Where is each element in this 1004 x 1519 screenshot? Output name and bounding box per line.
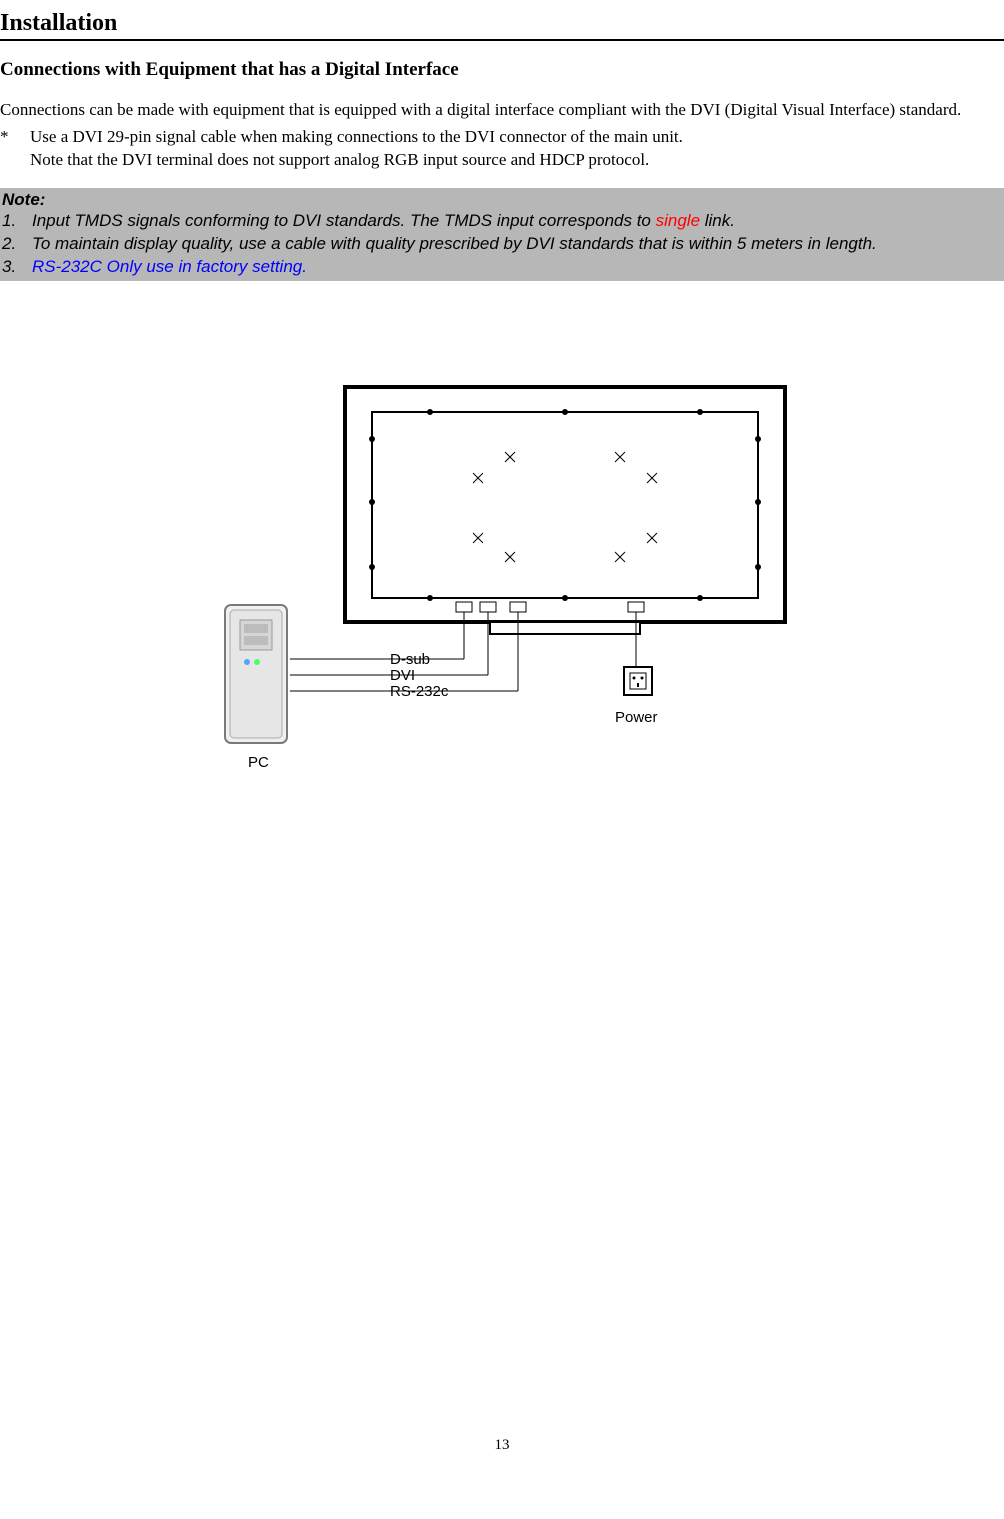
- note-number: 2.: [2, 233, 32, 256]
- bullet-item: * Use a DVI 29-pin signal cable when mak…: [0, 126, 1004, 149]
- label-dvi: DVI: [390, 667, 415, 684]
- mount-dot-icon: [369, 499, 375, 505]
- label-power: Power: [615, 709, 658, 726]
- note-text: Input TMDS signals conforming to DVI sta…: [32, 210, 1002, 233]
- bullet-text-line2: Note that the DVI terminal does not supp…: [30, 149, 1004, 172]
- note-item-2: 2. To maintain display quality, use a ca…: [2, 233, 1002, 256]
- mount-dot-icon: [562, 595, 568, 601]
- mount-dot-icon: [427, 595, 433, 601]
- port-power-icon: [628, 602, 644, 612]
- label-rs232c: RS-232c: [390, 683, 449, 700]
- note-text-blue: RS-232C Only use in factory setting.: [32, 256, 1002, 279]
- mount-dot-icon: [697, 595, 703, 601]
- note-box: Note: 1. Input TMDS signals conforming t…: [0, 188, 1004, 281]
- mount-dot-icon: [697, 409, 703, 415]
- mount-dot-icon: [755, 564, 761, 570]
- note-number: 1.: [2, 210, 32, 233]
- port-rs232c-icon: [510, 602, 526, 612]
- bullet-text-line1: Use a DVI 29-pin signal cable when makin…: [30, 126, 1004, 149]
- stand-notch-icon: [490, 622, 640, 634]
- port-dsub-icon: [456, 602, 472, 612]
- mount-dot-icon: [562, 409, 568, 415]
- note-list: 1. Input TMDS signals conforming to DVI …: [2, 210, 1002, 279]
- mount-dot-icon: [369, 436, 375, 442]
- mount-dot-icon: [755, 436, 761, 442]
- monitor-inner-icon: [372, 412, 758, 598]
- note-item-1: 1. Input TMDS signals conforming to DVI …: [2, 210, 1002, 233]
- section-subtitle: Connections with Equipment that has a Di…: [0, 59, 1004, 81]
- label-dsub: D-sub: [390, 651, 430, 668]
- note-number: 3.: [2, 256, 32, 279]
- mount-dot-icon: [427, 409, 433, 415]
- page-title: Installation: [0, 10, 1004, 41]
- note-title: Note:: [2, 190, 1002, 210]
- note-text-red: single: [656, 211, 700, 230]
- note-text: To maintain display quality, use a cable…: [32, 233, 1002, 256]
- note-text-pre: Input TMDS signals conforming to DVI sta…: [32, 211, 656, 230]
- pc-tower-icon: [225, 605, 287, 743]
- connection-diagram: D-sub DVI RS-232c PC: [0, 377, 1004, 777]
- note-text-post: link.: [700, 211, 735, 230]
- power-socket-icon: [624, 667, 652, 695]
- intro-paragraph: Connections can be made with equipment t…: [0, 99, 1004, 122]
- page-number: 13: [0, 1437, 1004, 1454]
- bullet-marker: *: [0, 126, 30, 149]
- diagram-svg: D-sub DVI RS-232c PC: [200, 377, 805, 777]
- port-dvi-icon: [480, 602, 496, 612]
- mount-dot-icon: [369, 564, 375, 570]
- note-item-3: 3. RS-232C Only use in factory setting.: [2, 256, 1002, 279]
- mount-dot-icon: [755, 499, 761, 505]
- label-pc: PC: [248, 754, 269, 771]
